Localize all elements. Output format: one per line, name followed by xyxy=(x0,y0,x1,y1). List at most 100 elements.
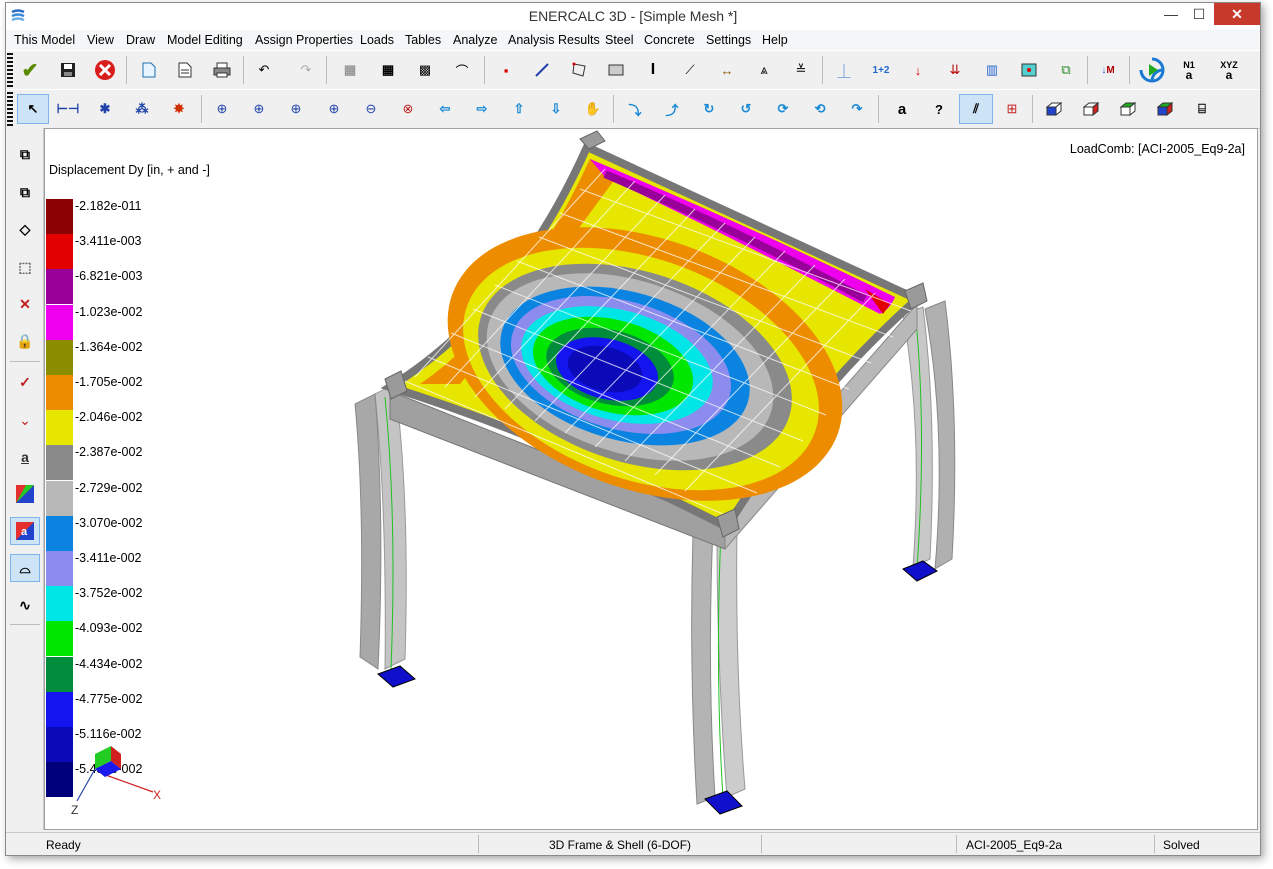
thermal-load-icon[interactable]: ⧉ xyxy=(1053,57,1079,83)
zoom-window-icon[interactable]: ⊕ xyxy=(209,96,235,122)
menu-help[interactable]: Help xyxy=(762,33,788,47)
open-document-icon[interactable] xyxy=(172,57,198,83)
select-member-icon[interactable]: ⊢⊣ xyxy=(55,96,81,122)
view-top-icon[interactable] xyxy=(1115,96,1141,122)
erase-icon[interactable]: ◇ xyxy=(10,215,40,243)
zoom-previous-icon[interactable]: ⊕ xyxy=(283,96,309,122)
render-plates-icon[interactable]: ⫽ xyxy=(959,94,993,124)
nodal-load-icon[interactable]: ⏊ xyxy=(831,57,857,83)
rotate-left-icon[interactable]: ↺ xyxy=(733,96,759,122)
support-icon[interactable]: ⩓ xyxy=(751,57,777,83)
draw-member-icon[interactable] xyxy=(529,57,555,83)
member-release-icon[interactable]: ⟋ xyxy=(677,57,703,83)
rotate-up-icon[interactable]: ⤴ xyxy=(659,96,685,122)
pan-left-icon[interactable]: ⇦ xyxy=(432,96,458,122)
zoom-out-icon[interactable]: ⊖ xyxy=(358,96,384,122)
menu-model-editing[interactable]: Model Editing xyxy=(167,33,243,47)
zoom-reset-icon[interactable]: ⊗ xyxy=(395,96,421,122)
spring-support-icon[interactable]: ≚ xyxy=(788,57,814,83)
close-window-button[interactable]: ✕ xyxy=(1214,3,1260,25)
undo-icon[interactable]: ↶ xyxy=(251,57,277,83)
menu-steel[interactable]: Steel xyxy=(605,33,634,47)
member-diagram-icon[interactable]: ⊞ xyxy=(999,96,1025,122)
supports-view-icon[interactable]: ⌓ xyxy=(10,554,40,582)
results-labels-icon[interactable]: a xyxy=(10,443,40,471)
column-front-left[interactable] xyxy=(354,383,416,688)
pan-right-icon[interactable]: ⇨ xyxy=(469,96,495,122)
member-offset-icon[interactable]: ↔ xyxy=(714,57,740,83)
pan-up-icon[interactable]: ⇧ xyxy=(506,96,532,122)
draw-wall-icon[interactable] xyxy=(603,57,629,83)
pan-down-icon[interactable]: ⇩ xyxy=(543,96,569,122)
pan-hand-icon[interactable]: ✋ xyxy=(580,96,606,122)
minimize-button[interactable]: — xyxy=(1158,3,1184,25)
rotate-right-icon[interactable]: ↻ xyxy=(696,96,722,122)
moment-load-icon[interactable]: ↓ M xyxy=(1095,57,1121,83)
text-labels-icon[interactable]: a xyxy=(889,96,915,122)
view-iso-icon[interactable] xyxy=(1041,96,1067,122)
view-all-faces-icon[interactable] xyxy=(1152,96,1178,122)
contour-plot-icon[interactable] xyxy=(10,480,40,508)
menu-assign-properties[interactable]: Assign Properties xyxy=(255,33,353,47)
zoom-in-icon[interactable]: ⊕ xyxy=(321,96,347,122)
column-front[interactable] xyxy=(691,526,746,815)
area-load-icon[interactable]: ▥ xyxy=(979,57,1005,83)
column-back-right[interactable] xyxy=(902,300,956,582)
save-icon[interactable] xyxy=(55,57,81,83)
draw-node-icon[interactable]: ▪ xyxy=(493,57,519,83)
toolbar-grip[interactable] xyxy=(7,53,13,87)
distributed-load-icon[interactable]: ⇊ xyxy=(942,57,968,83)
model-viewport[interactable]: LoadComb: [ACI-2005_Eq9-2a] Displacement… xyxy=(44,128,1258,830)
query-icon[interactable]: ? xyxy=(926,96,952,122)
deflected-shape-icon[interactable]: ⌄ xyxy=(10,406,40,434)
select-pointer-icon[interactable]: ↖ xyxy=(17,94,49,124)
check-model-icon[interactable]: ✓ xyxy=(10,368,40,396)
frame-view-icon[interactable]: ⌸ xyxy=(1189,96,1215,122)
menu-concrete[interactable]: Concrete xyxy=(644,33,695,47)
node-labels-icon[interactable]: N1 a xyxy=(1176,57,1202,83)
menu-this-model[interactable]: This Model xyxy=(14,33,75,47)
arc-icon[interactable]: ⌒ xyxy=(449,57,475,83)
section-i-beam-icon[interactable]: I xyxy=(640,57,666,83)
rotate-ccw-icon[interactable]: ⟲ xyxy=(807,96,833,122)
zoom-extents-icon[interactable]: ⊕ xyxy=(246,96,272,122)
table-grid-icon[interactable]: ▦ xyxy=(375,57,401,83)
cancel-icon[interactable] xyxy=(92,57,118,83)
select-box-icon[interactable]: ⬚ xyxy=(10,253,40,281)
contour-labels-icon[interactable]: a xyxy=(10,517,40,545)
menu-view[interactable]: View xyxy=(87,33,114,47)
lock-icon[interactable]: 🔒 xyxy=(10,327,40,355)
plate-load-icon[interactable] xyxy=(1016,57,1042,83)
menu-draw[interactable]: Draw xyxy=(126,33,155,47)
select-nodes-icon[interactable]: ✱ xyxy=(92,96,118,122)
model-3d-view[interactable]: Z X xyxy=(45,129,1258,830)
accept-check-icon[interactable]: ✔ xyxy=(17,57,43,83)
draw-plate-icon[interactable] xyxy=(566,57,592,83)
maximize-button[interactable]: ☐ xyxy=(1186,3,1212,25)
point-load-icon[interactable]: ↓ xyxy=(905,57,931,83)
coordinate-labels-icon[interactable]: XYZ a xyxy=(1216,57,1242,83)
print-icon[interactable] xyxy=(209,57,235,83)
solve-icon[interactable] xyxy=(1136,54,1168,86)
new-model-icon[interactable] xyxy=(136,57,162,83)
redo-icon[interactable]: ↷ xyxy=(293,57,319,83)
load-combination-icon[interactable]: 1+2 xyxy=(868,57,894,83)
copy-nodes-icon[interactable]: ⧉ xyxy=(10,140,40,168)
shell-slab-contour[interactable] xyxy=(380,130,928,552)
menu-analysis-results[interactable]: Analysis Results xyxy=(508,33,600,47)
menu-loads[interactable]: Loads xyxy=(360,33,394,47)
menu-settings[interactable]: Settings xyxy=(706,33,751,47)
view-front-icon[interactable] xyxy=(1078,96,1104,122)
select-plates-icon[interactable]: ⁂ xyxy=(129,96,155,122)
menu-analyze[interactable]: Analyze xyxy=(453,33,497,47)
mesh-grid-icon[interactable]: ▩ xyxy=(412,57,438,83)
grid-icon[interactable]: ▦ xyxy=(337,57,363,83)
rotate-down-icon[interactable]: ⤵ xyxy=(622,96,648,122)
delete-icon[interactable]: ✕ xyxy=(10,290,40,318)
menu-tables[interactable]: Tables xyxy=(405,33,441,47)
toolbar-grip[interactable] xyxy=(7,92,13,126)
explode-select-icon[interactable]: ✸ xyxy=(166,96,192,122)
rotate-reset-icon[interactable]: ↷ xyxy=(844,96,870,122)
copy-elements-icon[interactable]: ⧉ xyxy=(10,178,40,206)
animate-icon[interactable]: ∿ xyxy=(10,591,40,619)
